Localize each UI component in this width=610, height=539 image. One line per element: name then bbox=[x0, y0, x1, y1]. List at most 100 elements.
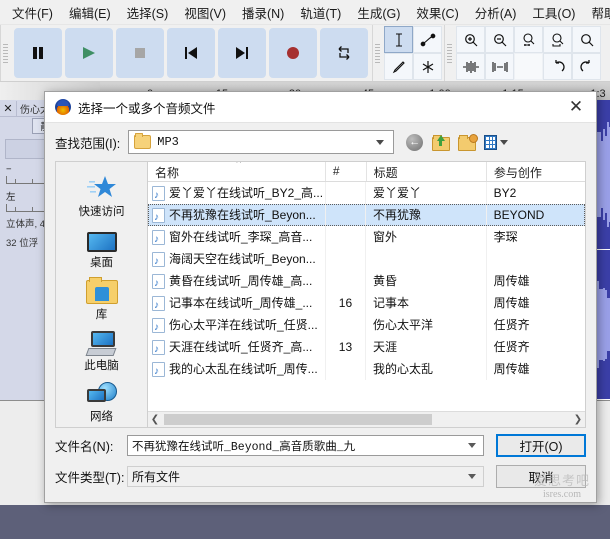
back-button[interactable]: ← bbox=[406, 133, 425, 151]
chevron-down-icon[interactable] bbox=[500, 139, 509, 145]
track-number-cell bbox=[326, 248, 366, 270]
music-file-icon bbox=[152, 295, 165, 314]
menu-edit[interactable]: 编辑(E) bbox=[61, 0, 119, 25]
place-desktop[interactable]: 桌面 bbox=[56, 221, 147, 272]
chevron-down-icon[interactable] bbox=[468, 443, 476, 448]
file-type-label: 文件类型(T): bbox=[55, 471, 125, 485]
menu-select[interactable]: 选择(S) bbox=[119, 0, 177, 25]
scroll-right-icon[interactable]: ❯ bbox=[571, 414, 585, 425]
table-row[interactable]: 窗外在线试听_李琛_高音... 窗外 李琛 bbox=[148, 226, 585, 248]
close-icon[interactable]: ✕ bbox=[556, 93, 596, 122]
title-cell: 窗外 bbox=[366, 226, 487, 248]
dialog-footer: 文件名(N): 不再犹豫在线试听_Beyond_高音质歌曲_九 打开(O) 文件… bbox=[45, 428, 596, 488]
zoom-toggle-button[interactable] bbox=[572, 26, 601, 53]
dialog-title-bar[interactable]: 选择一个或多个音频文件 ✕ bbox=[45, 92, 596, 123]
track-number-cell bbox=[326, 314, 366, 336]
music-file-icon bbox=[152, 273, 165, 292]
close-track-icon[interactable]: ✕ bbox=[0, 100, 17, 116]
record-button[interactable] bbox=[269, 28, 317, 78]
track-number-cell bbox=[326, 182, 366, 204]
undo-button[interactable] bbox=[543, 53, 572, 80]
table-row[interactable]: 伤心太平洋在线试听_任贤... 伤心太平洋 任贤齐 bbox=[148, 314, 585, 336]
music-file-icon bbox=[152, 339, 165, 358]
folder-icon bbox=[134, 133, 152, 149]
table-row[interactable]: 不再犹豫在线试听_Beyon... 不再犹豫 BEYOND bbox=[148, 204, 585, 226]
loop-button[interactable] bbox=[320, 28, 368, 78]
file-name-cell: 不再犹豫在线试听_Beyon... bbox=[148, 204, 326, 226]
fit-selection-button[interactable] bbox=[514, 26, 543, 53]
menu-effect[interactable]: 效果(C) bbox=[408, 0, 466, 25]
artist-cell: 任贤齐 bbox=[493, 340, 530, 354]
edit-toolbar-grip[interactable] bbox=[444, 25, 454, 81]
menu-view[interactable]: 视图(V) bbox=[176, 0, 234, 25]
artist-cell: BEYOND bbox=[493, 208, 545, 222]
selection-tool[interactable] bbox=[384, 26, 413, 53]
track-number-cell bbox=[326, 358, 366, 380]
toolbar-grip[interactable] bbox=[0, 25, 10, 81]
place-label: 桌面 bbox=[90, 257, 113, 270]
menu-tracks[interactable]: 轨道(T) bbox=[292, 0, 349, 25]
column-header-track-number[interactable]: # bbox=[326, 162, 367, 181]
new-folder-button[interactable] bbox=[458, 133, 479, 151]
table-row[interactable]: 海阔天空在线试听_Beyon... bbox=[148, 248, 585, 270]
trim-audio-button[interactable] bbox=[456, 53, 485, 80]
table-row[interactable]: 爱丫爱丫在线试听_BY2_高... 爱丫爱丫 BY2 bbox=[148, 182, 585, 204]
multi-tool[interactable] bbox=[413, 53, 442, 80]
desktop-icon bbox=[86, 224, 117, 253]
title-cell: 天涯 bbox=[366, 336, 487, 358]
stop-button[interactable] bbox=[116, 28, 164, 78]
envelope-tool[interactable] bbox=[413, 26, 442, 53]
open-button[interactable]: 打开(O) bbox=[496, 434, 586, 457]
table-row[interactable]: 记事本在线试听_周传雄_... 16 记事本 周传雄 bbox=[148, 292, 585, 314]
column-header-title[interactable]: 标题 bbox=[367, 162, 487, 181]
place-network[interactable]: 网络 bbox=[56, 376, 147, 427]
tools-toolbar-grip[interactable] bbox=[372, 25, 382, 81]
menu-file[interactable]: 文件(F) bbox=[4, 0, 61, 25]
menu-analyze[interactable]: 分析(A) bbox=[467, 0, 525, 25]
skip-to-start-button[interactable] bbox=[167, 28, 215, 78]
zoom-in-button[interactable] bbox=[456, 26, 485, 53]
draw-tool[interactable] bbox=[384, 53, 413, 80]
table-row[interactable]: 我的心太乱在线试听_周传... 我的心太乱 周传雄 bbox=[148, 358, 585, 380]
up-one-level-button[interactable] bbox=[432, 134, 451, 151]
chevron-down-icon[interactable] bbox=[468, 474, 476, 479]
artist-cell: BY2 bbox=[493, 186, 517, 200]
scrollbar-thumb[interactable] bbox=[164, 414, 432, 425]
skip-to-end-button[interactable] bbox=[218, 28, 266, 78]
place-this-pc[interactable]: 此电脑 bbox=[56, 324, 147, 375]
table-row[interactable]: 天涯在线试听_任贤齐_高... 13 天涯 任贤齐 bbox=[148, 336, 585, 358]
fit-project-button[interactable] bbox=[543, 26, 572, 53]
open-file-dialog: 选择一个或多个音频文件 ✕ 查找范围(I): MP3 ← 快速访问 桌面 库 此… bbox=[44, 91, 597, 503]
title-cell: 记事本 bbox=[366, 292, 487, 314]
place-quick-access[interactable]: 快速访问 bbox=[56, 170, 147, 221]
cancel-button[interactable]: 取消 bbox=[496, 465, 586, 488]
scrollbar-trough[interactable] bbox=[162, 413, 571, 426]
place-library[interactable]: 库 bbox=[56, 273, 147, 324]
column-header-name[interactable]: ^ 名称 bbox=[148, 162, 326, 181]
play-button[interactable] bbox=[65, 28, 113, 78]
zoom-out-button[interactable] bbox=[485, 26, 514, 53]
column-header-artist[interactable]: 参与创作 bbox=[487, 162, 585, 181]
silence-audio-button[interactable] bbox=[485, 53, 514, 80]
file-list-rows: 爱丫爱丫在线试听_BY2_高... 爱丫爱丫 BY2 不再犹豫在线试听_Beyo… bbox=[148, 182, 585, 411]
look-in-combobox[interactable]: MP3 bbox=[128, 130, 395, 154]
chevron-down-icon[interactable] bbox=[376, 139, 385, 145]
look-in-value: MP3 bbox=[157, 135, 179, 149]
horizontal-scrollbar[interactable]: ❮ ❯ bbox=[148, 411, 585, 427]
file-name-input[interactable]: 不再犹豫在线试听_Beyond_高音质歌曲_九 bbox=[127, 435, 484, 456]
file-name-cell: 天涯在线试听_任贤齐_高... bbox=[148, 336, 326, 358]
table-row[interactable]: 黄昏在线试听_周传雄_高... 黄昏 周传雄 bbox=[148, 270, 585, 292]
file-type-select[interactable]: 所有文件 bbox=[127, 466, 484, 487]
views-button[interactable] bbox=[484, 134, 509, 151]
redo-button[interactable] bbox=[572, 53, 601, 80]
watermark-url: isres.com bbox=[542, 489, 582, 500]
menu-tools[interactable]: 工具(O) bbox=[524, 0, 583, 25]
menu-help[interactable]: 帮助(H) bbox=[583, 0, 610, 25]
file-list[interactable]: ^名称 # 标题 参与创作 爱丫爱丫在线试听_BY2_高... 爱丫爱丫 BY2… bbox=[147, 161, 586, 428]
artist-cell bbox=[487, 248, 585, 270]
menu-generate[interactable]: 生成(G) bbox=[349, 0, 408, 25]
scroll-left-icon[interactable]: ❮ bbox=[148, 414, 162, 425]
pause-button[interactable] bbox=[14, 28, 62, 78]
menu-transport[interactable]: 播录(N) bbox=[234, 0, 292, 25]
track-number-cell bbox=[326, 226, 366, 248]
